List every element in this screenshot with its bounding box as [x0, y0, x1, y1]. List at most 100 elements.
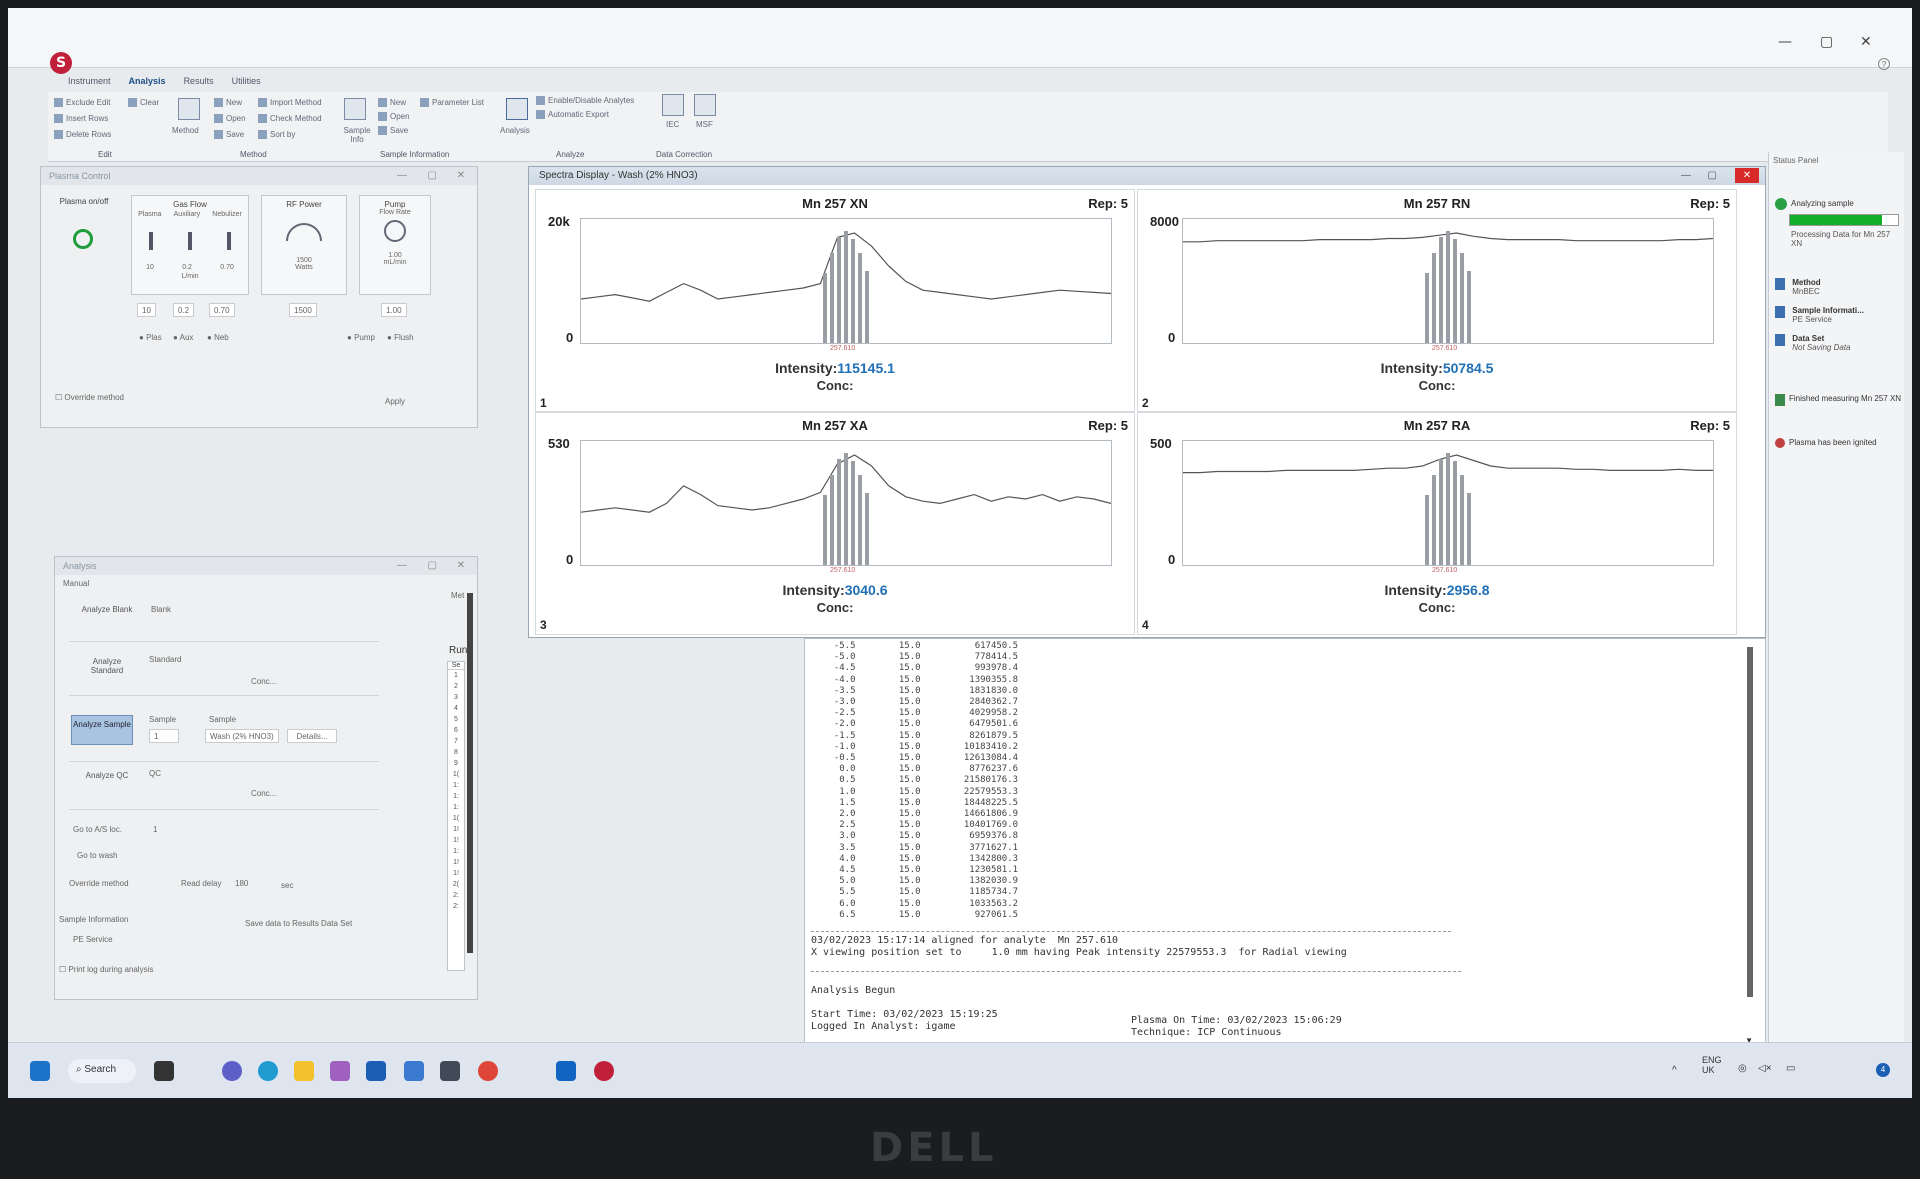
- panel-maximize-button[interactable]: ▢: [428, 170, 437, 181]
- sample-new-button[interactable]: New: [378, 98, 406, 108]
- read-delay-spinner[interactable]: 180: [235, 879, 248, 888]
- insert-rows-button[interactable]: Insert Rows: [54, 114, 108, 124]
- calculator-icon[interactable]: [440, 1061, 460, 1081]
- parameter-list-button[interactable]: Parameter List: [420, 98, 484, 108]
- method-icon[interactable]: [178, 98, 200, 120]
- delete-rows-button[interactable]: Delete Rows: [54, 130, 111, 140]
- save-data-checkbox[interactable]: Save data to Results Data Set: [245, 919, 352, 928]
- run-row[interactable]: 1(: [448, 813, 464, 824]
- rf-power-spinner[interactable]: 1500: [289, 303, 317, 317]
- network-icon[interactable]: ◎: [1738, 1063, 1747, 1074]
- close-button[interactable]: ✕: [1860, 34, 1872, 50]
- go-to-wash-button[interactable]: Go to wash: [77, 851, 117, 860]
- run-row[interactable]: 8: [448, 747, 464, 758]
- tray-chevron-icon[interactable]: ^: [1672, 1065, 1677, 1076]
- import-method-button[interactable]: Import Method: [258, 98, 322, 108]
- iec-button[interactable]: IEC: [666, 120, 679, 129]
- tab-analysis[interactable]: Analysis: [129, 76, 166, 92]
- panel-close-button[interactable]: ✕: [457, 170, 465, 181]
- radio-neb[interactable]: ● Neb: [207, 333, 229, 342]
- syngistix-app-icon[interactable]: [594, 1061, 614, 1081]
- run-row[interactable]: 1!: [448, 824, 464, 835]
- notification-badge[interactable]: 4: [1876, 1063, 1890, 1077]
- iec-icon[interactable]: [662, 94, 684, 116]
- analyze-blank-button[interactable]: Analyze Blank: [81, 605, 133, 614]
- run-row[interactable]: 1!: [448, 868, 464, 879]
- run-row[interactable]: 1(: [448, 769, 464, 780]
- windows-start-icon[interactable]: [30, 1061, 50, 1081]
- run-row[interactable]: 2:: [448, 901, 464, 912]
- sample-save-button[interactable]: Save: [378, 126, 408, 136]
- outlook-icon[interactable]: [556, 1061, 576, 1081]
- run-row[interactable]: 7: [448, 736, 464, 747]
- radio-plas[interactable]: ● Plas: [139, 333, 162, 342]
- help-icon[interactable]: ?: [1878, 58, 1890, 70]
- run-row[interactable]: 1: [448, 670, 464, 681]
- pump-rate-spinner[interactable]: 1.00: [381, 303, 407, 317]
- qc-conc-button[interactable]: Conc...: [251, 789, 276, 798]
- check-method-button[interactable]: Check Method: [258, 114, 322, 124]
- method-button[interactable]: Method: [172, 126, 199, 135]
- analyze-sample-button[interactable]: Analyze Sample: [71, 715, 133, 745]
- msf-button[interactable]: MSF: [696, 120, 713, 129]
- run-row[interactable]: 2:: [448, 890, 464, 901]
- as-location-spinner[interactable]: 1: [153, 825, 157, 834]
- spectra-maximize-button[interactable]: ▢: [1708, 170, 1717, 181]
- teams-icon[interactable]: [222, 1061, 242, 1081]
- run-row[interactable]: 1:: [448, 846, 464, 857]
- print-log-checkbox[interactable]: ☐ Print log during analysis: [59, 965, 153, 974]
- file-explorer-icon[interactable]: [294, 1061, 314, 1081]
- run-row[interactable]: 6: [448, 725, 464, 736]
- maximize-button[interactable]: ▢: [1820, 34, 1833, 50]
- automatic-export-button[interactable]: Automatic Export: [536, 110, 609, 120]
- spectra-minimize-button[interactable]: —: [1681, 170, 1691, 181]
- sample-info-button[interactable]: Sample Info: [340, 126, 374, 144]
- minimize-button[interactable]: —: [1778, 34, 1792, 50]
- standard-conc-button[interactable]: Conc...: [251, 677, 276, 686]
- analysis-icon[interactable]: [506, 98, 528, 120]
- analysis-close-button[interactable]: ✕: [457, 560, 465, 571]
- run-row[interactable]: 2: [448, 681, 464, 692]
- radio-aux[interactable]: ● Aux: [173, 333, 193, 342]
- method-open-button[interactable]: Open: [214, 114, 246, 124]
- run-row[interactable]: 3: [448, 692, 464, 703]
- details-button[interactable]: Details...: [287, 729, 337, 743]
- override-method-checkbox[interactable]: ☐ Override method: [55, 393, 124, 402]
- volume-mute-icon[interactable]: ◁×: [1758, 1063, 1772, 1074]
- panel-minimize-button[interactable]: —: [397, 170, 407, 181]
- power-icon[interactable]: [73, 229, 93, 249]
- log-scrollbar[interactable]: [1747, 647, 1753, 997]
- run-row[interactable]: 2(: [448, 879, 464, 890]
- aux-flow-spinner[interactable]: 0.2: [173, 303, 195, 317]
- run-row[interactable]: 1:: [448, 780, 464, 791]
- chrome-icon[interactable]: [478, 1061, 498, 1081]
- neb-flow-spinner[interactable]: 0.70: [209, 303, 235, 317]
- enable-disable-analytes-button[interactable]: Enable/Disable Analytes: [536, 96, 634, 106]
- analysis-maximize-button[interactable]: ▢: [428, 560, 437, 571]
- analysis-scrollbar[interactable]: [467, 593, 473, 953]
- method-new-button[interactable]: New: [214, 98, 242, 108]
- edge-icon[interactable]: [258, 1061, 278, 1081]
- go-to-as-button[interactable]: Go to A/S loc.: [73, 825, 122, 834]
- sample-id-field[interactable]: Wash (2% HNO3): [205, 729, 279, 743]
- sample-open-button[interactable]: Open: [378, 112, 410, 122]
- exclude-edit-button[interactable]: Exclude Edit: [54, 98, 110, 108]
- store-icon[interactable]: [366, 1061, 386, 1081]
- radio-flush[interactable]: ● Flush: [387, 333, 414, 342]
- clear-button[interactable]: Clear: [128, 98, 159, 108]
- tab-utilities[interactable]: Utilities: [232, 76, 261, 92]
- language-indicator[interactable]: ENG UK: [1702, 1055, 1722, 1075]
- sample-number-spinner[interactable]: 1: [149, 729, 179, 743]
- run-row[interactable]: 1!: [448, 835, 464, 846]
- app-logo-icon[interactable]: S: [50, 52, 72, 74]
- snipping-tool-icon[interactable]: [330, 1061, 350, 1081]
- run-row[interactable]: 4: [448, 703, 464, 714]
- tab-instrument[interactable]: Instrument: [68, 76, 111, 92]
- radio-pump[interactable]: ● Pump: [347, 333, 375, 342]
- spectra-close-button[interactable]: ✕: [1735, 168, 1759, 183]
- sample-info-icon[interactable]: [344, 98, 366, 120]
- sort-by-button[interactable]: Sort by: [258, 130, 295, 140]
- run-row[interactable]: 1:: [448, 791, 464, 802]
- run-row[interactable]: 1:: [448, 802, 464, 813]
- msf-icon[interactable]: [694, 94, 716, 116]
